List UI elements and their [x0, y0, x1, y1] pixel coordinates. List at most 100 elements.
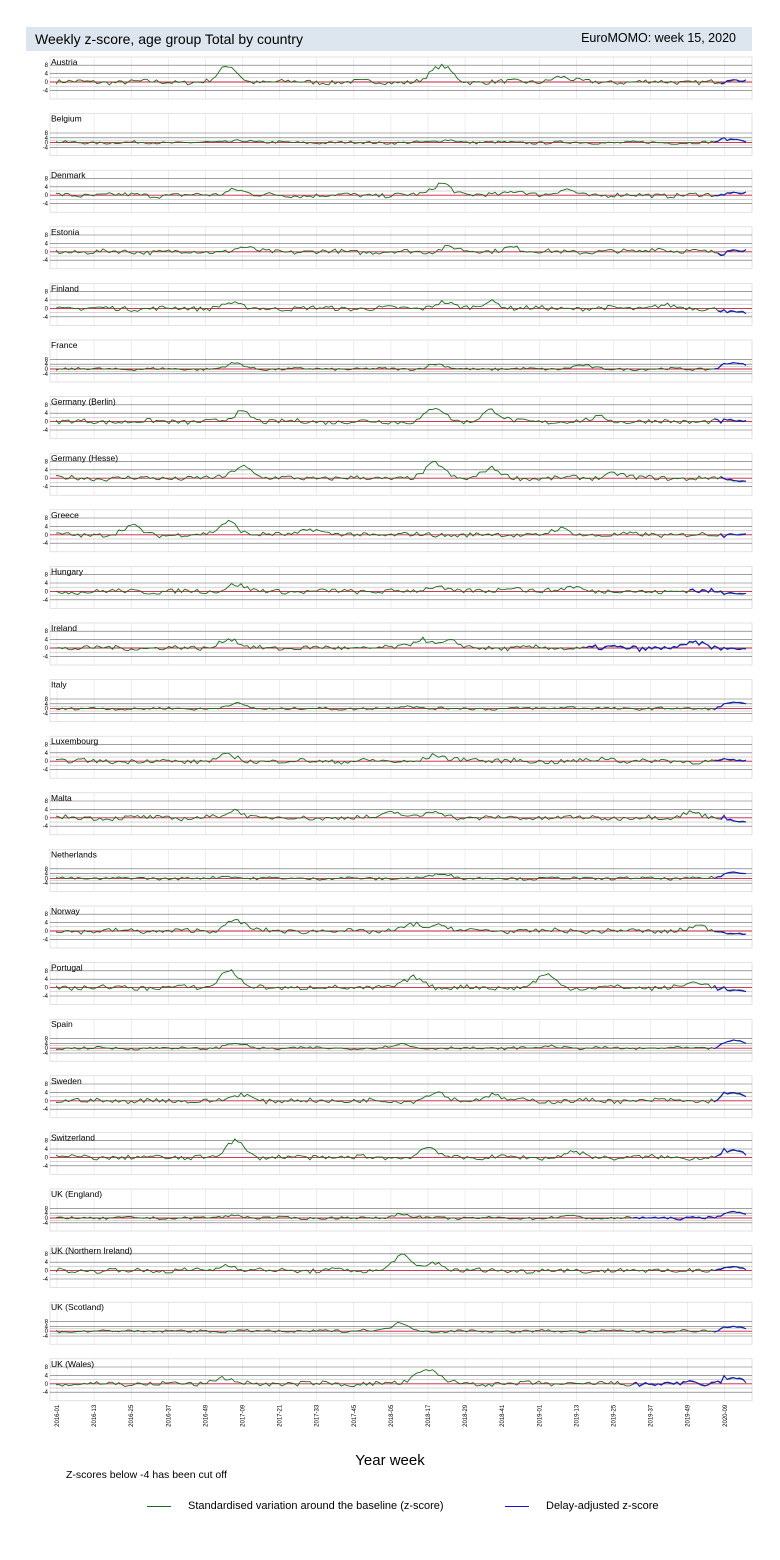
y-tick-label: -4 [43, 881, 49, 887]
panel-frame [49, 1358, 753, 1402]
panel-country-label: Italy [51, 680, 67, 690]
y-tick-label: 0 [45, 420, 49, 426]
y-tick-label: 4 [45, 921, 49, 927]
y-tick-label: -4 [43, 711, 49, 717]
x-tick-label: 2016-49 [203, 1404, 209, 1427]
y-tick-label: 8 [45, 969, 49, 975]
panel-country-label: Switzerland [51, 1132, 95, 1142]
legend-zscore-swatch [147, 1505, 171, 1507]
y-tick-label: -4 [43, 88, 49, 94]
y-tick-label: 0 [45, 533, 49, 539]
y-tick-label: 0 [45, 589, 49, 595]
x-tick-label: 2019-13 [574, 1404, 580, 1427]
y-tick-label: 0 [45, 986, 49, 992]
x-axis-title: Year week [355, 1452, 425, 1469]
legend-adjusted-label: Delay-adjusted z-score [546, 1500, 659, 1512]
y-tick-label: 8 [45, 516, 49, 522]
y-tick-label: 0 [45, 306, 49, 312]
y-tick-label: 0 [45, 1099, 49, 1105]
y-tick-label: 4 [45, 241, 49, 247]
y-tick-label: 4 [45, 581, 49, 587]
panel-country-label: UK (England) [51, 1189, 102, 1199]
y-tick-label: 8 [45, 1139, 49, 1145]
panel-country-label: Malta [51, 793, 72, 803]
y-tick-label: -4 [43, 994, 49, 1000]
cutoff-note: Z-scores below -4 has been cut off [66, 1469, 227, 1481]
panel-country-label: France [51, 340, 78, 350]
y-tick-label: -4 [43, 1390, 49, 1396]
panel-country-label: Germany (Berlin) [51, 397, 116, 407]
y-tick-label: 4 [45, 411, 49, 417]
x-tick-label: 2017-21 [278, 1404, 284, 1427]
y-tick-label: 0 [45, 929, 49, 935]
x-tick-label: 2019-49 [686, 1404, 692, 1427]
y-tick-label: 8 [45, 742, 49, 748]
panel-country-label: Netherlands [51, 849, 97, 859]
y-tick-label: -4 [43, 1221, 49, 1227]
panel-chart: 840-4Austria840-4Belgium840-4Denmark840-… [43, 56, 753, 1427]
y-tick-label: 8 [45, 459, 49, 465]
panel-frame [49, 396, 753, 439]
panel-frame [49, 452, 753, 496]
y-tick-label: -4 [43, 428, 49, 434]
x-tick-label: 2018-17 [426, 1404, 432, 1427]
y-tick-label: 4 [45, 1147, 49, 1153]
x-tick-label: 2017-09 [241, 1404, 247, 1427]
x-tick-label: 2018-05 [389, 1404, 395, 1427]
y-tick-label: -4 [43, 372, 49, 378]
x-tick-label: 2016-25 [129, 1404, 135, 1427]
y-tick-label: 4 [45, 185, 49, 191]
y-tick-label: 0 [45, 250, 49, 256]
y-tick-label: 8 [45, 799, 49, 805]
y-tick-label: 4 [45, 638, 49, 644]
y-tick-label: 8 [45, 912, 49, 918]
x-tick-label: 2020-09 [723, 1404, 729, 1427]
panel-frame [49, 1188, 753, 1232]
panel-country-label: UK (Scotland) [51, 1302, 104, 1312]
legend-adjusted-swatch [505, 1505, 529, 1507]
panel-frame [49, 339, 753, 383]
y-tick-label: 0 [45, 193, 49, 199]
y-tick-label: 0 [45, 646, 49, 652]
panel-frame [49, 679, 753, 722]
y-tick-label: -4 [43, 258, 49, 264]
x-tick-label: 2016-13 [92, 1404, 98, 1427]
y-tick-label: -4 [43, 598, 49, 604]
legend-adjusted: Delay-adjusted z-score [505, 1500, 659, 1512]
y-tick-label: 0 [45, 759, 49, 765]
panel-country-label: Greece [51, 510, 79, 520]
y-tick-label: -4 [43, 485, 49, 491]
y-tick-label: 0 [45, 1382, 49, 1388]
y-tick-label: 4 [45, 1373, 49, 1379]
panel-frame [49, 849, 753, 892]
panel-country-label: Austria [51, 57, 78, 67]
panel-country-label: Estonia [51, 227, 80, 237]
y-tick-label: -4 [43, 654, 49, 660]
x-tick-label: 2018-29 [463, 1404, 469, 1427]
panel-country-label: Norway [51, 906, 81, 916]
y-tick-label: 8 [45, 1252, 49, 1258]
x-tick-label: 2018-41 [500, 1404, 506, 1427]
panel-country-label: Germany (Hesse) [51, 453, 118, 463]
y-tick-label: -4 [43, 768, 49, 774]
y-tick-label: 4 [45, 1260, 49, 1266]
y-tick-label: 4 [45, 468, 49, 474]
y-tick-label: 4 [45, 72, 49, 78]
legend-zscore: Standardised variation around the baseli… [147, 1500, 444, 1512]
panel-country-label: Hungary [51, 566, 84, 576]
y-tick-label: 8 [45, 233, 49, 239]
legend-zscore-label: Standardised variation around the baseli… [188, 1500, 444, 1512]
y-tick-label: 0 [45, 80, 49, 86]
y-tick-label: 8 [45, 63, 49, 69]
y-tick-label: -4 [43, 1107, 49, 1113]
x-tick-label: 2017-45 [352, 1404, 358, 1427]
y-tick-label: 0 [45, 816, 49, 822]
x-tick-label: 2016-01 [55, 1404, 61, 1427]
panel-country-label: Finland [51, 283, 79, 293]
y-tick-label: 4 [45, 977, 49, 983]
panel-frame [49, 1075, 753, 1119]
y-tick-label: 8 [45, 1365, 49, 1371]
panel-country-label: Belgium [51, 114, 82, 124]
x-tick-label: 2019-01 [537, 1404, 543, 1427]
y-tick-label: 8 [45, 176, 49, 182]
